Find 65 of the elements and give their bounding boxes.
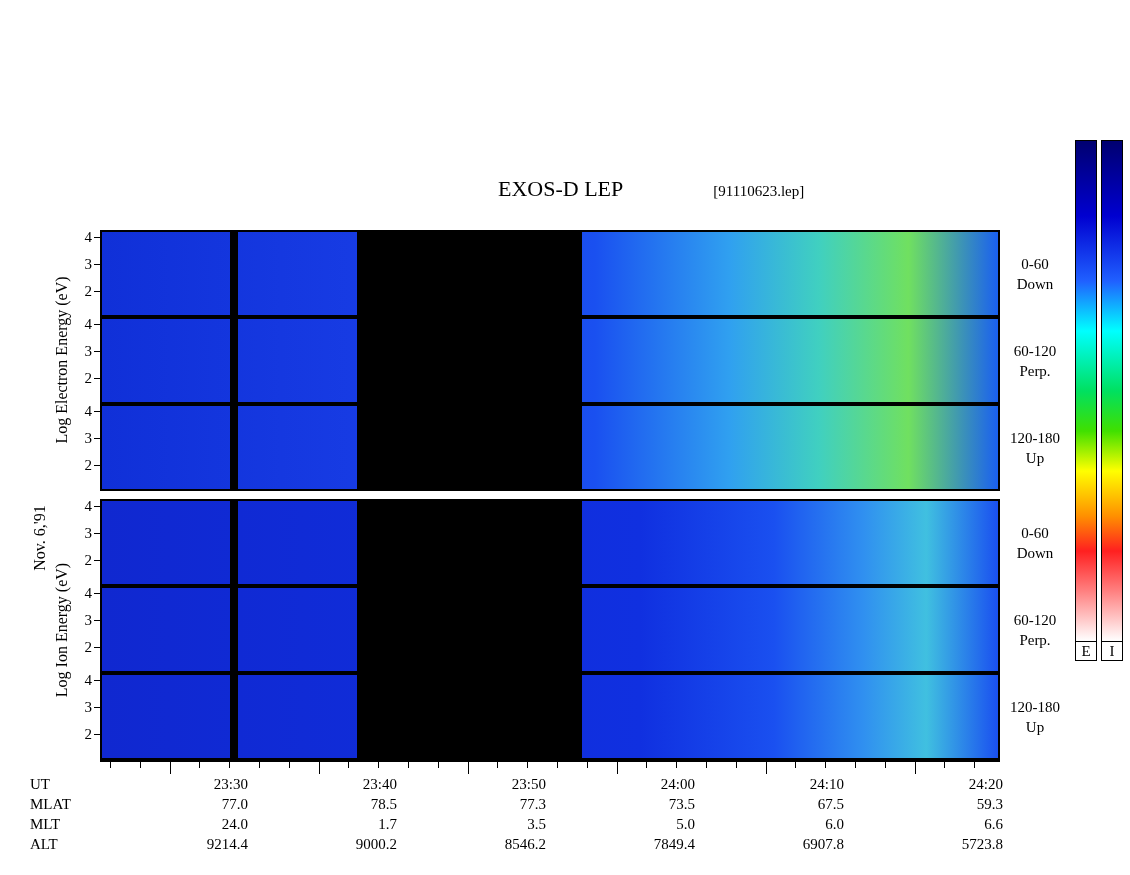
color-scale-label: I [1101,642,1123,661]
tick-label: 3 [84,525,92,542]
pitch-angle-label: 0-60 [1021,523,1049,543]
tick-label: 4 [84,672,92,689]
table-value: 1.7 [377,815,397,834]
table-value: 59.3 [975,795,1003,814]
table-value: 23:40 [361,775,397,794]
tick-label: 4 [84,498,92,515]
plot-title: EXOS-D LEP [498,176,624,202]
table-value: 67.5 [816,795,844,814]
tick-label: 2 [84,552,92,569]
tick-label: 3 [84,612,92,629]
table-value: 9214.4 [205,835,248,854]
table-value: 73.5 [667,795,695,814]
color-scale-label: E [1075,642,1097,661]
tick-label: 4 [84,229,92,246]
table-value: 24:10 [808,775,844,794]
tick-label: 2 [84,370,92,387]
table-value: 7849.4 [652,835,695,854]
table-value: 77.0 [220,795,248,814]
tick-label: 4 [84,403,92,420]
tick-label: 3 [84,430,92,447]
table-value: 23:50 [510,775,546,794]
tick-label: 4 [84,316,92,333]
table-value: 3.5 [526,815,546,834]
table-value: 23:30 [212,775,248,794]
tick-label: 2 [84,726,92,743]
tick-label: 2 [84,457,92,474]
row-label: MLT [30,815,62,834]
table-value: 24.0 [220,815,248,834]
axis-label: Log Electron Energy (eV) [53,276,71,444]
file-name: [91110623.lep] [713,183,805,200]
pitch-angle-label: 0-60 [1021,254,1049,274]
row-label: UT [30,775,51,794]
table-value: 5723.8 [960,835,1003,854]
row-label: MLAT [30,795,72,814]
direction-label: Down [1016,274,1054,294]
table-value: 8546.2 [503,835,546,854]
tick-label: 3 [84,256,92,273]
date-label: Nov. 6,'91 [31,505,49,571]
table-value: 6907.8 [801,835,844,854]
pitch-angle-label: 60-120 [1013,341,1057,361]
table-value: 5.0 [675,815,695,834]
table-value: 6.0 [824,815,844,834]
table-value: 9000.2 [354,835,397,854]
tick-label: 3 [84,343,92,360]
pitch-angle-label: 120-180 [1010,428,1060,448]
direction-label: Down [1016,543,1054,563]
tick-label: 2 [84,283,92,300]
tick-label: 4 [84,585,92,602]
table-value: 78.5 [369,795,397,814]
table-value: 24:00 [659,775,695,794]
row-label: ALT [30,835,59,854]
pitch-angle-label: 120-180 [1010,697,1060,717]
direction-label: Perp. [1019,630,1051,650]
table-value: 24:20 [967,775,1003,794]
pitch-angle-label: 60-120 [1013,610,1057,630]
direction-label: Perp. [1019,361,1051,381]
direction-label: Up [1025,717,1045,737]
axis-label: Log Ion Energy (eV) [53,562,71,698]
table-value: 77.3 [518,795,546,814]
tick-label: 3 [84,699,92,716]
direction-label: Up [1025,448,1045,468]
table-value: 6.6 [983,815,1003,834]
tick-label: 2 [84,639,92,656]
